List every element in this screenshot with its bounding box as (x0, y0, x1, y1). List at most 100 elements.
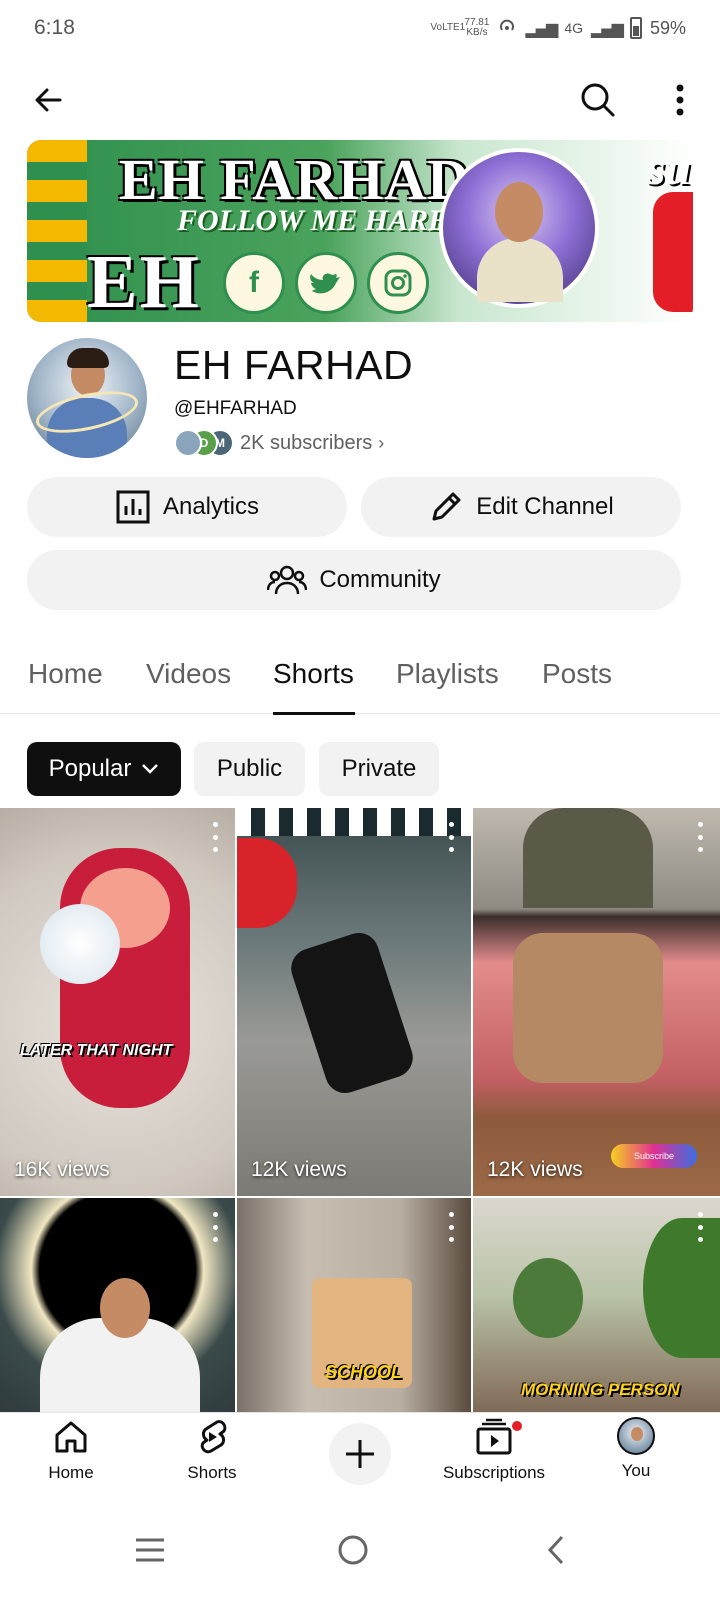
tab-playlists[interactable]: Playlists (396, 658, 499, 714)
plus-icon (346, 1440, 374, 1468)
edit-channel-button[interactable]: Edit Channel (361, 477, 681, 537)
chip-popular-label: Popular (48, 755, 132, 782)
banner-subscribe-graphic (653, 192, 693, 312)
umbrella (237, 838, 297, 928)
chip-private-label: Private (341, 755, 417, 782)
twitter-icon (295, 252, 357, 314)
volte-indicator: VoLTE1 (430, 22, 466, 33)
nav-shorts[interactable]: Shorts (147, 1417, 277, 1497)
short-more-button[interactable] (441, 1212, 461, 1242)
create-button[interactable] (329, 1423, 391, 1485)
short-thumbnail[interactable]: Subscribe 12K views (473, 808, 720, 1196)
tab-label: Shorts (273, 658, 354, 689)
tab-home[interactable]: Home (28, 658, 103, 714)
tab-videos[interactable]: Videos (146, 658, 231, 714)
tab-label: Posts (542, 658, 613, 689)
channel-name: EH FARHAD (174, 342, 414, 388)
short-views: 12K views (487, 1158, 583, 1181)
instagram-icon (367, 252, 429, 314)
channel-avatar[interactable] (27, 338, 147, 458)
short-more-button[interactable] (441, 822, 461, 852)
chip-public-label: Public (216, 755, 283, 782)
person-figure (286, 927, 418, 1099)
search-icon (581, 83, 615, 117)
chip-private[interactable]: Private (319, 742, 439, 796)
search-button[interactable] (574, 76, 622, 124)
bottom-navigation: Home Shorts Subscriptions You (0, 1412, 720, 1500)
back-button[interactable] (24, 76, 72, 124)
chip-public[interactable]: Public (194, 742, 305, 796)
community-label: Community (319, 566, 441, 593)
nav-shorts-label: Shorts (187, 1463, 237, 1482)
shorts-grid: LATER THAT NIGHT 16K views 12K views Sub… (0, 808, 720, 1438)
short-caption: MORNING PERSON (521, 1380, 680, 1399)
network-type: 4G (564, 20, 584, 36)
chevron-down-icon (142, 764, 159, 774)
channel-handle: @EHFARHAD (174, 398, 297, 419)
short-thumbnail[interactable]: 12K views (237, 808, 471, 1196)
tab-label: Videos (146, 658, 232, 689)
pencil-icon (432, 492, 461, 521)
notification-dot (510, 1419, 524, 1433)
community-button[interactable]: Community (27, 550, 681, 610)
glass (40, 904, 120, 984)
analytics-button[interactable]: Analytics (27, 477, 347, 537)
more-vertical-icon (676, 84, 684, 116)
short-views: 12K views (251, 1158, 347, 1181)
analytics-label: Analytics (162, 493, 260, 520)
hotspot-icon (497, 16, 517, 41)
subscribers-link[interactable]: D M 2K subscribers › (174, 428, 384, 458)
people-icon (267, 565, 308, 595)
short-thumbnail[interactable]: MORNING PERSON (473, 1198, 720, 1438)
short-more-button[interactable] (690, 822, 710, 852)
nav-home[interactable]: Home (6, 1417, 136, 1497)
short-caption: SCHOOL (325, 1362, 403, 1382)
home-system-button[interactable] (323, 1520, 383, 1580)
nav-subscriptions-label: Subscriptions (442, 1463, 546, 1482)
banner-follow-text: FOLLOW ME HARE (177, 204, 449, 237)
short-thumbnail[interactable]: LATER THAT NIGHT 16K views (0, 808, 235, 1196)
chip-popular[interactable]: Popular (27, 742, 181, 796)
menu-icon (136, 1538, 164, 1562)
status-bar: 6:18 VoLTE1 77.81 KB/s ▂▄▆ 4G ▂▄▆ 59% (0, 0, 720, 56)
chevron-left-icon (547, 1535, 564, 1565)
banner-corner-text: su (647, 143, 691, 194)
active-tab-indicator (273, 712, 355, 715)
short-thumbnail[interactable]: SCHOOL (237, 1198, 471, 1438)
short-more-button[interactable] (205, 1212, 225, 1242)
plant-graphic (513, 1258, 583, 1338)
back-arrow-icon (35, 88, 62, 112)
battery-percent: 59% (649, 17, 686, 38)
person-figure (523, 808, 653, 908)
subscriber-avatars: D M (174, 429, 234, 457)
short-more-button[interactable] (205, 822, 225, 852)
subscribe-badge: Subscribe (611, 1144, 697, 1168)
edit-channel-label: Edit Channel (476, 493, 614, 520)
banner-portrait (439, 148, 599, 308)
status-time: 6:18 (34, 16, 75, 39)
short-caption: LATER THAT NIGHT (20, 1042, 173, 1059)
circle-icon (338, 1535, 368, 1565)
subscriber-avatar-1 (174, 429, 202, 457)
chevron-right-icon: › (378, 432, 385, 453)
signal-icon-2: ▂▄▆ (591, 18, 624, 38)
awning (237, 808, 471, 836)
profile-avatar (617, 1417, 655, 1455)
recent-apps-button[interactable] (120, 1520, 180, 1580)
nav-you[interactable]: You (571, 1417, 701, 1497)
network-speed-unit: KB/s (466, 27, 488, 38)
tab-shorts[interactable]: Shorts (273, 658, 355, 715)
signal-icon: ▂▄▆ (525, 18, 558, 38)
back-system-button[interactable] (526, 1520, 586, 1580)
analytics-icon (116, 490, 150, 524)
short-thumbnail[interactable] (0, 1198, 235, 1438)
nav-subscriptions[interactable]: Subscriptions (428, 1417, 560, 1497)
channel-tabs: Home Videos Shorts Playlists Posts (0, 650, 720, 715)
more-options-button[interactable] (656, 76, 704, 124)
short-more-button[interactable] (690, 1212, 710, 1242)
tab-posts[interactable]: Posts (542, 658, 612, 714)
banner-logo-text: EH (87, 240, 201, 322)
short-views: 16K views (14, 1158, 110, 1181)
system-navigation (0, 1500, 720, 1600)
toast-graphic (513, 933, 663, 1083)
